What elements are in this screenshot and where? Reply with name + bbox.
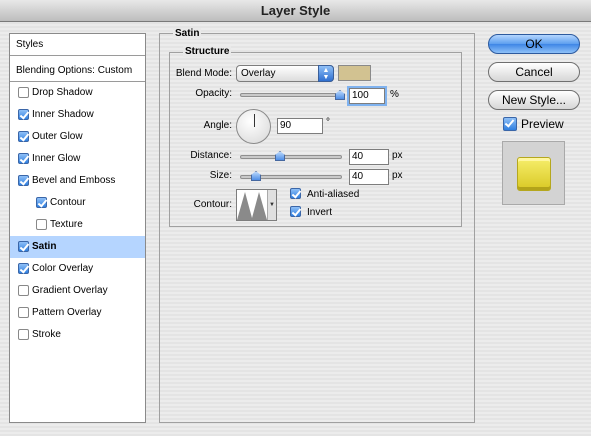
styles-list: Styles Blending Options: Custom Drop Sha… (9, 33, 146, 423)
angle-label: Angle: (203, 120, 232, 131)
size-label: Size: (209, 170, 232, 181)
style-item-checkbox[interactable] (18, 87, 29, 98)
window-title: Layer Style (0, 0, 591, 22)
updown-arrows-icon: ▲ ▼ (318, 65, 334, 82)
style-item-checkbox[interactable] (18, 263, 29, 274)
blending-options[interactable]: Blending Options: Custom (10, 60, 145, 82)
style-item-checkbox[interactable] (18, 285, 29, 296)
invert-checkbox[interactable] (290, 206, 301, 217)
distance-slider[interactable] (240, 155, 342, 159)
anti-aliased-label: Anti-aliased (307, 189, 360, 200)
style-item-color-overlay[interactable]: Color Overlay (10, 258, 145, 280)
satin-group-title: Satin (173, 28, 202, 39)
style-item-label: Contour (50, 197, 86, 208)
preview-checkbox[interactable] (503, 117, 517, 131)
invert-label: Invert (307, 207, 333, 218)
style-item-inner-shadow[interactable]: Inner Shadow (10, 104, 145, 126)
angle-unit: ° (326, 117, 330, 128)
style-item-label: Drop Shadow (32, 87, 93, 98)
style-item-label: Stroke (32, 329, 61, 340)
style-item-inner-glow[interactable]: Inner Glow (10, 148, 145, 170)
anti-aliased-checkbox[interactable] (290, 188, 301, 199)
style-item-checkbox[interactable] (18, 131, 29, 142)
angle-dial-indicator (254, 114, 255, 127)
style-item-label: Bevel and Emboss (32, 175, 116, 186)
style-item-drop-shadow[interactable]: Drop Shadow (10, 82, 145, 104)
style-item-label: Inner Shadow (32, 109, 94, 120)
style-item-stroke[interactable]: Stroke (10, 324, 145, 346)
style-item-label: Gradient Overlay (32, 285, 108, 296)
style-item-pattern-overlay[interactable]: Pattern Overlay (10, 302, 145, 324)
satin-color-swatch[interactable] (338, 65, 371, 81)
contour-dropdown-icon: ▼ (267, 190, 276, 220)
contour-label: Contour: (193, 199, 232, 210)
style-item-checkbox[interactable] (36, 197, 47, 208)
style-item-checkbox[interactable] (18, 241, 29, 252)
size-unit: px (392, 170, 403, 181)
opacity-slider[interactable] (240, 93, 344, 97)
style-item-bevel-and-emboss[interactable]: Bevel and Emboss (10, 170, 145, 192)
angle-input[interactable]: 90 (277, 118, 323, 134)
cancel-button[interactable]: Cancel (488, 62, 580, 82)
size-input[interactable]: 40 (349, 169, 389, 185)
ok-button[interactable]: OK (488, 34, 580, 54)
preview-label: Preview (521, 117, 564, 131)
opacity-unit: % (390, 89, 399, 100)
structure-group-title: Structure (183, 46, 232, 57)
style-item-label: Inner Glow (32, 153, 81, 164)
style-item-satin[interactable]: Satin (10, 236, 145, 258)
style-item-checkbox[interactable] (36, 219, 47, 230)
style-item-texture[interactable]: Texture (10, 214, 145, 236)
style-item-label: Satin (32, 241, 57, 252)
angle-dial[interactable] (236, 109, 271, 144)
style-preview (502, 141, 565, 205)
contour-curve-icon (237, 190, 267, 220)
blend-mode-label: Blend Mode: (175, 68, 232, 79)
style-item-label: Color Overlay (32, 263, 94, 274)
new-style-button[interactable]: New Style... (488, 90, 580, 110)
contour-picker[interactable]: ▼ (236, 189, 277, 221)
blend-mode-select[interactable]: Overlay ▲ ▼ (236, 65, 334, 82)
style-item-outer-glow[interactable]: Outer Glow (10, 126, 145, 148)
style-item-checkbox[interactable] (18, 153, 29, 164)
distance-label: Distance: (190, 150, 232, 161)
style-item-contour[interactable]: Contour (10, 192, 145, 214)
opacity-input[interactable]: 100 (349, 88, 385, 104)
style-item-checkbox[interactable] (18, 307, 29, 318)
preview-swatch (517, 157, 551, 191)
style-item-label: Outer Glow (32, 131, 83, 142)
blend-mode-value: Overlay (241, 68, 276, 79)
opacity-label: Opacity: (195, 88, 232, 99)
distance-input[interactable]: 40 (349, 149, 389, 165)
style-item-label: Texture (50, 219, 83, 230)
style-item-checkbox[interactable] (18, 329, 29, 340)
style-item-checkbox[interactable] (18, 175, 29, 186)
style-item-label: Pattern Overlay (32, 307, 102, 318)
distance-unit: px (392, 150, 403, 161)
styles-header[interactable]: Styles (10, 34, 145, 56)
style-item-gradient-overlay[interactable]: Gradient Overlay (10, 280, 145, 302)
style-item-checkbox[interactable] (18, 109, 29, 120)
